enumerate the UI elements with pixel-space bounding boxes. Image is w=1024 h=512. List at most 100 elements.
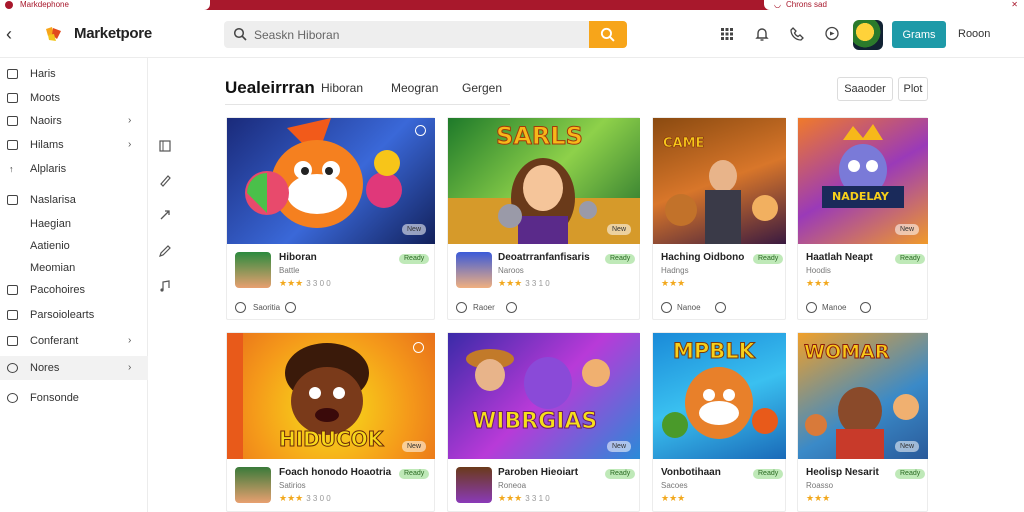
close-icon[interactable]: ✕ [1011, 0, 1018, 10]
share-icon[interactable] [158, 208, 172, 222]
rating-count: 3 3 0 0 [306, 494, 331, 503]
star-rating: ★★★ 3 3 0 0 [279, 278, 331, 289]
sidebar-item-label: Hilams [30, 139, 64, 151]
filter-button[interactable]: Plot [898, 77, 928, 101]
heart-icon[interactable] [860, 302, 871, 313]
games-button[interactable]: Grams [892, 21, 946, 48]
card-action-label[interactable]: Nanoe [677, 303, 701, 312]
game-thumbnail[interactable]: New [227, 118, 435, 244]
chat-icon[interactable] [824, 26, 840, 42]
browser-tab[interactable]: Markdephone [0, 0, 210, 10]
grid-icon[interactable] [719, 26, 735, 42]
stars-value: ★★★ [661, 493, 686, 503]
stars-value: ★★★ [498, 278, 523, 288]
game-thumbnail[interactable]: WOMAR New [798, 333, 928, 459]
sidebar-item-pacohoires[interactable]: Pacohoires [0, 279, 148, 301]
sort-button[interactable]: Saaoder [837, 77, 893, 101]
game-card[interactable]: WIBRGIAS New Paroben Hieoiart Ready Rone… [447, 332, 640, 512]
sidebar-subitem[interactable]: Haegian [30, 218, 71, 230]
sidebar-item-haris[interactable]: Haris [0, 63, 148, 85]
sidebar-item-naslarisa[interactable]: Naslarisa [0, 189, 148, 211]
chevron-right-icon: › [128, 139, 132, 150]
info-icon[interactable] [413, 342, 424, 353]
logo-text[interactable]: Marketpore [74, 25, 152, 42]
status-tag: Ready [399, 254, 430, 264]
game-art-title: CAME [663, 136, 705, 152]
back-arrow-icon[interactable]: ‹ [6, 24, 12, 44]
sidebar-item-naoirs[interactable]: Naoirs › [0, 110, 148, 132]
game-card[interactable]: NADELAY New Haatlah Neapt Ready Hoodis ★… [797, 117, 928, 320]
game-thumbnail[interactable]: SARLS New [448, 118, 640, 244]
card-title[interactable]: Paroben Hieoiart [498, 467, 593, 478]
sidebar-subitem[interactable]: Meomian [30, 262, 75, 274]
card-title[interactable]: Deoatrranfanfisaris [498, 252, 593, 263]
heart-icon[interactable] [285, 302, 296, 313]
card-action-label[interactable]: Manoe [822, 303, 846, 312]
chevron-right-icon: › [128, 335, 132, 346]
game-card[interactable]: SARLS New Deoatrranfanfisaris Ready Naro… [447, 117, 640, 320]
minimize-icon[interactable]: ◡ [774, 0, 781, 10]
sidebar-item-conferant[interactable]: Conferant › [0, 330, 148, 352]
info-icon[interactable] [415, 125, 426, 136]
game-thumbnail[interactable]: HIDUCOK New [227, 333, 435, 459]
phone-icon[interactable] [789, 26, 805, 42]
game-art-title: WOMAR [803, 341, 890, 364]
game-thumbnail[interactable]: CAME [653, 118, 786, 244]
sidebar-item-alplaris[interactable]: ↑ Alplaris [0, 158, 148, 180]
sidebar-item-hilams[interactable]: Hilams › [0, 134, 148, 156]
room-link[interactable]: Rooon [958, 28, 990, 40]
card-subtitle: Hadngs [661, 266, 689, 275]
tab-gergen[interactable]: Gergen [462, 81, 502, 95]
tab-meogran[interactable]: Meogran [391, 81, 438, 95]
game-card[interactable]: New Hiboran Ready Battle ★★★ 3 3 0 0 Saor… [226, 117, 435, 320]
sidebar-item-fonsonde[interactable]: Fonsonde [0, 387, 148, 409]
search-input[interactable] [254, 21, 574, 48]
edit-icon[interactable] [158, 244, 172, 258]
game-thumbnail[interactable]: NADELAY New [798, 118, 928, 244]
heart-icon[interactable] [506, 302, 517, 313]
game-art-title: NADELAY [832, 190, 889, 203]
bell-icon[interactable] [754, 26, 770, 42]
pen-icon[interactable] [158, 173, 172, 187]
sidebar-item-nores[interactable]: Nores › [0, 356, 148, 380]
heart-icon[interactable] [715, 302, 726, 313]
game-thumbnail[interactable]: MPBLK [653, 333, 786, 459]
card-badge: New [607, 224, 632, 235]
time-icon [661, 302, 672, 313]
sidebar-item-moots[interactable]: Moots [0, 87, 148, 109]
card-subtitle: Sacoes [661, 481, 688, 490]
card-title[interactable]: Hiboran [279, 252, 389, 263]
stars-value: ★★★ [661, 278, 686, 288]
card-action-label[interactable]: Raoer [473, 303, 495, 312]
user-avatar[interactable] [853, 20, 883, 50]
browser-top-bar: Markdephone ◡ Chrons sad ✕ [0, 0, 1024, 10]
sidebar-item-parsoiolearts[interactable]: Parsoiolearts [0, 304, 148, 326]
sidebar-item-label: Parsoiolearts [30, 309, 95, 321]
card-title[interactable]: Foach honodo Hoaotria [279, 467, 394, 478]
tab-hiboran[interactable]: Hiboran [321, 81, 363, 95]
game-card[interactable]: HIDUCOK New Foach honodo Hoaotria Ready … [226, 332, 435, 512]
star-rating: ★★★ [806, 278, 830, 289]
card-badge: New [402, 441, 427, 452]
music-icon[interactable] [158, 279, 172, 293]
game-card[interactable]: CAME Haching Oidbono Ready Hadngs ★★★ Na… [652, 117, 786, 320]
card-title[interactable]: Haching Oidbono [661, 252, 749, 263]
card-badge: New [895, 224, 920, 235]
search-button[interactable] [589, 21, 627, 48]
search-icon [233, 27, 247, 41]
status-tag: Ready [399, 469, 430, 479]
game-card[interactable]: MPBLK Vonbotihaan Ready Sacoes ★★★ [652, 332, 786, 512]
sidebar-subitem[interactable]: Aatienio [30, 240, 70, 252]
stars-value: ★★★ [279, 493, 304, 503]
card-subtitle: Roneoa [498, 481, 527, 490]
card-title[interactable]: Vonbotihaan [661, 467, 749, 478]
card-action-label[interactable]: Saoritia [253, 303, 280, 312]
sidebar-item-label: Moots [30, 92, 60, 104]
book-icon[interactable] [158, 139, 172, 153]
card-title[interactable]: Heolisp Nesarit [806, 467, 890, 478]
time-icon [456, 302, 467, 313]
game-thumbnail[interactable]: WIBRGIAS New [448, 333, 640, 459]
game-card[interactable]: WOMAR New Heolisp Nesarit Ready Roasso ★… [797, 332, 928, 512]
card-title[interactable]: Haatlah Neapt [806, 252, 890, 263]
chevron-right-icon: › [128, 115, 132, 126]
